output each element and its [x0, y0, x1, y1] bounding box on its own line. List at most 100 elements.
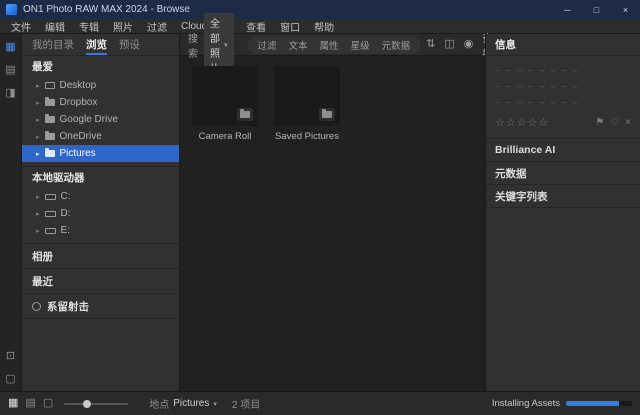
title-bar: ON1 Photo RAW MAX 2024 - Browse ─ □ ×: [0, 0, 640, 19]
tree-item-drive-e[interactable]: E:: [22, 222, 179, 239]
chevron-right-icon[interactable]: [36, 191, 40, 202]
content-toolbar: 搜索 全部照片 过滤 文本 属性 星级 元数据 ⇅ ◫ ◉ 查看: [180, 34, 485, 56]
chevron-right-icon[interactable]: [36, 97, 40, 108]
flag-icon[interactable]: ⚑: [595, 117, 604, 128]
star-rating[interactable]: ☆☆☆☆☆: [495, 116, 549, 129]
menu-file[interactable]: 文件: [4, 19, 38, 34]
tree-item-pictures[interactable]: Pictures: [22, 145, 179, 162]
tree-item-label: D:: [61, 208, 71, 219]
thumbnail-size-slider[interactable]: [64, 403, 128, 405]
filter-chip-filter[interactable]: 过滤: [252, 37, 283, 53]
info-panel: 信息 – – – – – – – – – – – – – – – – – – –…: [485, 34, 640, 391]
slider-thumb[interactable]: [83, 400, 91, 408]
monitor-icon: [45, 82, 55, 89]
install-progress-bar: [566, 401, 632, 406]
sidebar: 我的目录 浏览 预设 最爱 Desktop Dropbox Google Dri…: [22, 34, 180, 391]
maximize-button[interactable]: □: [582, 0, 611, 19]
local-drives-header[interactable]: 本地驱动器: [22, 167, 179, 188]
folder-icon: [45, 150, 55, 157]
chevron-right-icon[interactable]: [36, 114, 40, 125]
tab-browse[interactable]: 浏览: [86, 34, 107, 55]
menu-photo[interactable]: 照片: [106, 19, 140, 34]
menu-edit[interactable]: 编辑: [38, 19, 72, 34]
menu-album[interactable]: 专辑: [72, 19, 106, 34]
drives-tree: C: D: E:: [22, 188, 179, 244]
info-panel-header[interactable]: 信息: [486, 34, 640, 56]
tree-item-desktop[interactable]: Desktop: [22, 77, 179, 94]
browse-module-icon[interactable]: ▦: [5, 42, 15, 53]
minimize-button[interactable]: ─: [553, 0, 582, 19]
drive-icon: [45, 211, 56, 217]
sort-icon[interactable]: ⇅: [426, 39, 435, 50]
rating-row: ☆☆☆☆☆ ⚑ ♡ ×: [486, 111, 640, 139]
favorites-header[interactable]: 最爱: [22, 56, 179, 77]
folder-card-camera-roll[interactable]: Camera Roll: [192, 66, 258, 142]
tree-item-drive-c[interactable]: C:: [22, 188, 179, 205]
filter-chip-rating[interactable]: 星级: [345, 37, 376, 53]
tree-item-onedrive[interactable]: OneDrive: [22, 128, 179, 145]
layers-module-icon[interactable]: ◨: [5, 88, 15, 99]
chevron-right-icon[interactable]: [36, 148, 40, 159]
filter-chip-metadata[interactable]: 元数据: [376, 37, 417, 53]
menu-help[interactable]: 帮助: [307, 19, 341, 34]
filmstrip-view-icon[interactable]: ▢: [43, 398, 53, 409]
compare-icon[interactable]: ◫: [444, 39, 454, 50]
item-count: 2 项目: [232, 396, 260, 411]
location-breadcrumb[interactable]: 地点 Pictures: [149, 396, 217, 411]
folder-icon: [322, 111, 332, 118]
menu-bar: 文件 编辑 专辑 照片 过滤 Cloud Sync 查看 窗口 帮助: [0, 19, 640, 34]
window-title: ON1 Photo RAW MAX 2024 - Browse: [23, 4, 190, 15]
detail-view-icon[interactable]: ▤: [25, 398, 35, 409]
tethered-label: 系留射击: [47, 299, 89, 314]
installing-assets-label: Installing Assets: [492, 398, 560, 409]
dislike-icon[interactable]: ×: [625, 117, 631, 128]
folder-grid: Camera Roll Saved Pictures: [180, 56, 485, 152]
exif-placeholder-row: – – – – – – – –: [495, 97, 631, 107]
tethered-shooting-header[interactable]: 系留射击: [22, 294, 179, 319]
location-label: 地点: [149, 396, 169, 411]
exif-placeholder-row: – – – – – – – –: [495, 65, 631, 75]
filter-chip-text[interactable]: 文本: [283, 37, 314, 53]
sidebar-tabs: 我的目录 浏览 预设: [22, 34, 179, 56]
folder-name: Camera Roll: [192, 131, 258, 142]
chevron-right-icon[interactable]: [36, 80, 40, 91]
chevron-right-icon[interactable]: [36, 225, 40, 236]
lightbulb-icon[interactable]: ◉: [464, 39, 474, 50]
folder-thumbnail[interactable]: [192, 66, 258, 126]
folder-thumbnail[interactable]: [274, 66, 340, 126]
recent-label: 最近: [32, 274, 53, 289]
chevron-down-icon: [213, 398, 217, 409]
menu-window[interactable]: 窗口: [273, 19, 307, 34]
share-icon[interactable]: ⊡: [6, 351, 15, 362]
recent-header[interactable]: 最近: [22, 269, 179, 294]
tree-item-label: E:: [61, 225, 70, 236]
tree-item-label: Desktop: [60, 80, 97, 91]
edit-module-icon[interactable]: ▤: [5, 65, 15, 76]
chevron-right-icon[interactable]: [36, 208, 40, 219]
albums-header[interactable]: 相册: [22, 244, 179, 269]
tree-item-drive-d[interactable]: D:: [22, 205, 179, 222]
section-brilliance-ai[interactable]: Brilliance AI: [486, 139, 640, 162]
tree-item-label: Dropbox: [60, 97, 98, 108]
tab-presets[interactable]: 预设: [119, 34, 140, 55]
folder-name: Saved Pictures: [274, 131, 340, 142]
grid-view-icon[interactable]: ▦: [8, 398, 18, 409]
tree-item-dropbox[interactable]: Dropbox: [22, 94, 179, 111]
camera-icon: [32, 302, 41, 311]
tree-item-google-drive[interactable]: Google Drive: [22, 111, 179, 128]
like-heart-icon[interactable]: ♡: [610, 117, 619, 128]
section-keyword-list[interactable]: 关键字列表: [486, 185, 640, 208]
menu-filter[interactable]: 过滤: [140, 19, 174, 34]
close-button[interactable]: ×: [611, 0, 640, 19]
albums-label: 相册: [32, 249, 53, 264]
tab-my-catalogs[interactable]: 我的目录: [32, 34, 74, 55]
menu-view[interactable]: 查看: [239, 19, 273, 34]
folder-card-saved-pictures[interactable]: Saved Pictures: [274, 66, 340, 142]
exif-placeholder: – – – – – – – – – – – – – – – – – – – – …: [486, 56, 640, 111]
device-icon[interactable]: ▢: [5, 374, 15, 385]
section-metadata[interactable]: 元数据: [486, 162, 640, 185]
chevron-right-icon[interactable]: [36, 131, 40, 142]
folder-badge: [237, 108, 253, 121]
filter-chip-attributes[interactable]: 属性: [314, 37, 345, 53]
tree-item-label: C:: [61, 191, 71, 202]
